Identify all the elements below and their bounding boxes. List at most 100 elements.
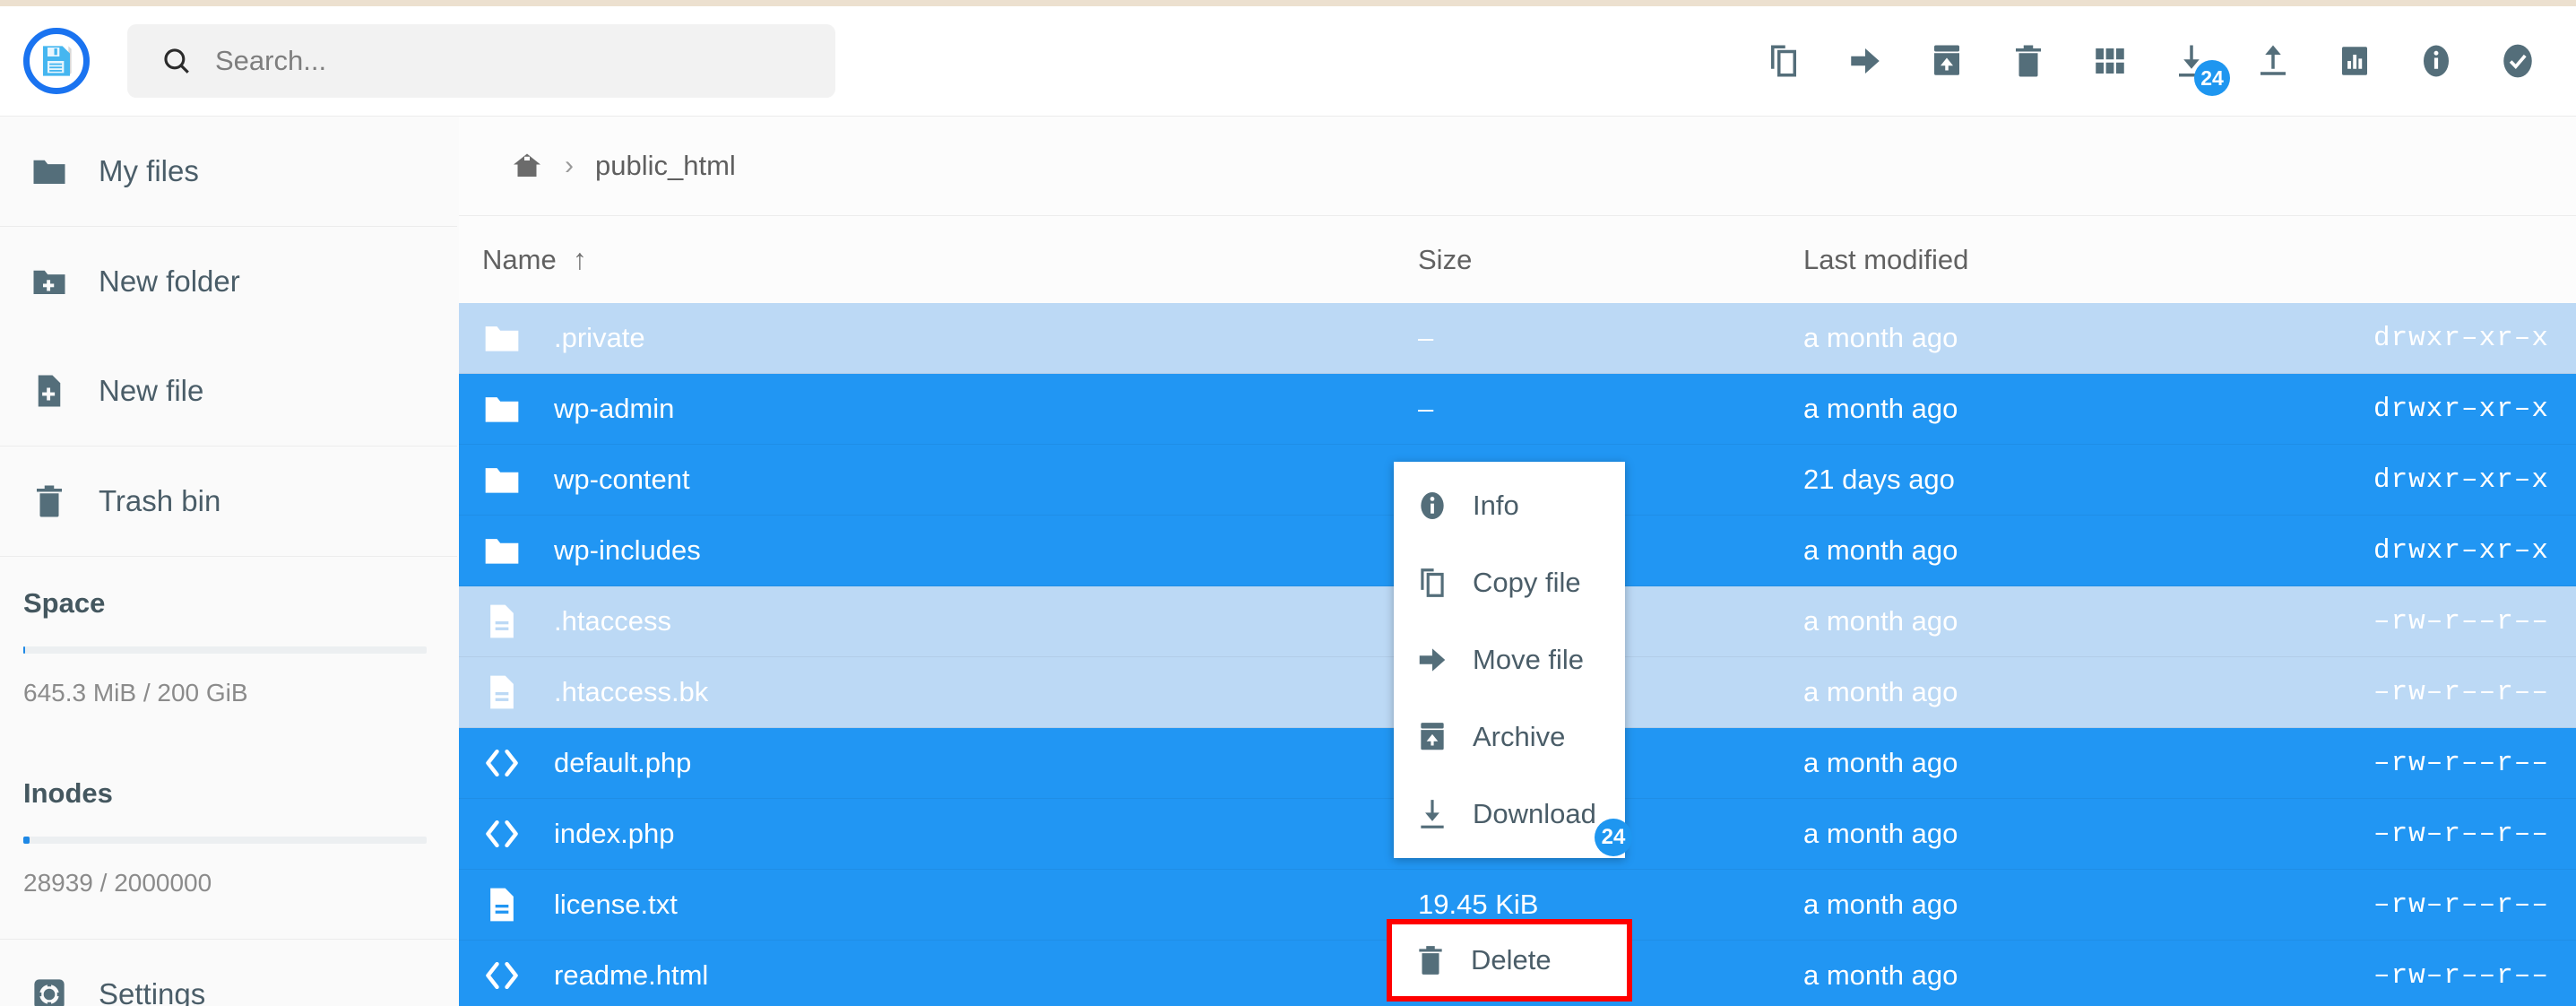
sidebar-item-new-folder[interactable]: New folder xyxy=(0,227,459,336)
search-input[interactable] xyxy=(215,45,801,77)
app-header: 24 xyxy=(0,6,2576,116)
file-name-label: license.txt xyxy=(554,889,678,920)
header-toolbar: 24 xyxy=(1763,40,2538,96)
top-accent-strip xyxy=(0,0,2576,6)
move-button[interactable] xyxy=(1845,40,1886,82)
file-modified-cell: a month ago xyxy=(1803,393,1958,424)
sidebar-item-new-file[interactable]: New file xyxy=(0,336,459,446)
document-icon xyxy=(482,885,522,924)
file-modified-cell: 21 days ago xyxy=(1803,464,1955,495)
context-menu-wrapper: Info Copy file Move file Archive Download 24 … xyxy=(1387,462,1632,1002)
copy-button[interactable] xyxy=(1763,40,1804,82)
column-header-name[interactable]: Name ↑ xyxy=(459,243,1418,276)
copy-icon xyxy=(1415,566,1449,600)
file-name-label: .htaccess.bk xyxy=(554,676,709,707)
search-bar[interactable] xyxy=(127,24,835,98)
file-permissions-cell: –rw–r––r–– xyxy=(2373,959,2549,992)
folder-icon xyxy=(482,531,522,570)
space-usage: Space 645.3 MiB / 200 GiB xyxy=(0,557,459,716)
file-plus-icon xyxy=(30,372,68,410)
folder-icon xyxy=(482,318,522,358)
file-modified-cell: a month ago xyxy=(1803,818,1958,849)
context-menu-item-label: Download xyxy=(1473,798,1596,829)
download-count-badge: 24 xyxy=(2194,60,2230,96)
archive-icon xyxy=(1415,720,1449,754)
file-permissions-cell: –rw–r––r–– xyxy=(2373,889,2549,921)
file-permissions-cell: –rw–r––r–– xyxy=(2373,605,2549,637)
inodes-progress-track xyxy=(23,837,427,844)
file-name-label: wp-includes xyxy=(554,534,701,566)
folder-icon xyxy=(482,460,522,499)
stats-icon xyxy=(2336,42,2373,80)
space-progress-track xyxy=(23,646,427,654)
file-name-cell: wp-admin xyxy=(459,389,1418,429)
stats-button[interactable] xyxy=(2334,40,2375,82)
app-body: My files New folder New file Trash bin S… xyxy=(0,116,2576,1006)
file-name-label: wp-content xyxy=(554,464,690,495)
column-name-label: Name xyxy=(482,243,557,275)
context-menu-item-download[interactable]: Download 24 xyxy=(1394,776,1632,856)
delete-button[interactable] xyxy=(2008,40,2049,82)
search-icon xyxy=(161,46,192,76)
sidebar: My files New folder New file Trash bin S… xyxy=(0,116,459,1006)
inodes-progress-fill xyxy=(23,837,30,844)
context-menu-item-archive[interactable]: Archive xyxy=(1394,698,1625,776)
file-permissions-cell: –rw–r––r–– xyxy=(2373,747,2549,779)
table-row[interactable]: wp-admin – a month ago drwxr–xr–x xyxy=(459,374,2576,445)
info-button[interactable] xyxy=(2416,40,2457,82)
file-modified-cell: a month ago xyxy=(1803,959,1958,991)
sidebar-item-label: Settings xyxy=(99,977,206,1006)
sidebar-item-label: My files xyxy=(99,154,199,187)
grid-icon xyxy=(2091,42,2129,80)
download-button[interactable]: 24 xyxy=(2171,40,2230,96)
file-name-cell: .htaccess xyxy=(459,602,1418,641)
context-menu-item-info[interactable]: Info xyxy=(1394,467,1625,544)
file-permissions-cell: –rw–r––r–– xyxy=(2373,676,2549,708)
grid-view-button[interactable] xyxy=(2089,40,2131,82)
folder-plus-icon xyxy=(30,263,68,300)
inodes-usage: Inodes 28939 / 2000000 xyxy=(0,747,459,906)
file-name-label: default.php xyxy=(554,747,692,778)
file-name-cell: .htaccess.bk xyxy=(459,672,1418,712)
column-header-modified[interactable]: Last modified xyxy=(1803,244,2305,276)
sidebar-item-trash-bin[interactable]: Trash bin xyxy=(0,447,459,556)
app-logo[interactable] xyxy=(23,28,90,94)
sidebar-item-my-files[interactable]: My files xyxy=(0,117,459,226)
folder-icon xyxy=(482,389,522,429)
breadcrumb-current[interactable]: public_html xyxy=(595,150,736,182)
select-all-button[interactable] xyxy=(2497,40,2538,82)
table-header: Name ↑ Size Last modified xyxy=(459,215,2576,303)
copy-icon xyxy=(1765,42,1802,80)
folder-icon xyxy=(30,152,68,190)
context-menu-item-copy-file[interactable]: Copy file xyxy=(1394,544,1625,621)
file-modified-cell: a month ago xyxy=(1803,889,1958,920)
space-title: Space xyxy=(23,587,106,619)
document-icon xyxy=(482,602,522,641)
sidebar-item-settings[interactable]: Settings xyxy=(0,940,459,1006)
context-menu-item-label: Info xyxy=(1473,490,1519,521)
content-area: › public_html Name ↑ Size Last modified … xyxy=(459,116,2576,1006)
context-menu-item-move-file[interactable]: Move file xyxy=(1394,621,1625,698)
file-name-label: .htaccess xyxy=(554,605,671,637)
trash-icon xyxy=(2010,42,2047,80)
context-menu-item-label: Copy file xyxy=(1473,567,1581,598)
file-permissions-cell: drwxr–xr–x xyxy=(2373,534,2549,567)
file-modified-cell: a month ago xyxy=(1803,676,1958,707)
upload-button[interactable] xyxy=(2252,40,2294,82)
file-permissions-cell: drwxr–xr–x xyxy=(2373,322,2549,354)
breadcrumb-separator: › xyxy=(565,151,574,180)
file-size-cell: – xyxy=(1418,393,1434,424)
file-name-label: .private xyxy=(554,322,645,353)
home-icon[interactable] xyxy=(511,150,543,182)
file-permissions-cell: –rw–r––r–– xyxy=(2373,818,2549,850)
download-icon xyxy=(1415,797,1449,831)
sort-ascending-icon: ↑ xyxy=(572,243,587,275)
check-circle-icon xyxy=(2499,42,2537,80)
archive-button[interactable] xyxy=(1926,40,1967,82)
info-icon xyxy=(2417,42,2455,80)
column-header-size[interactable]: Size xyxy=(1418,244,1803,276)
table-row[interactable]: .private – a month ago drwxr–xr–x xyxy=(459,303,2576,374)
sidebar-item-label: New file xyxy=(99,374,204,407)
context-menu-item-delete[interactable]: Delete xyxy=(1387,919,1632,1002)
context-menu-item-label: Archive xyxy=(1473,721,1566,752)
